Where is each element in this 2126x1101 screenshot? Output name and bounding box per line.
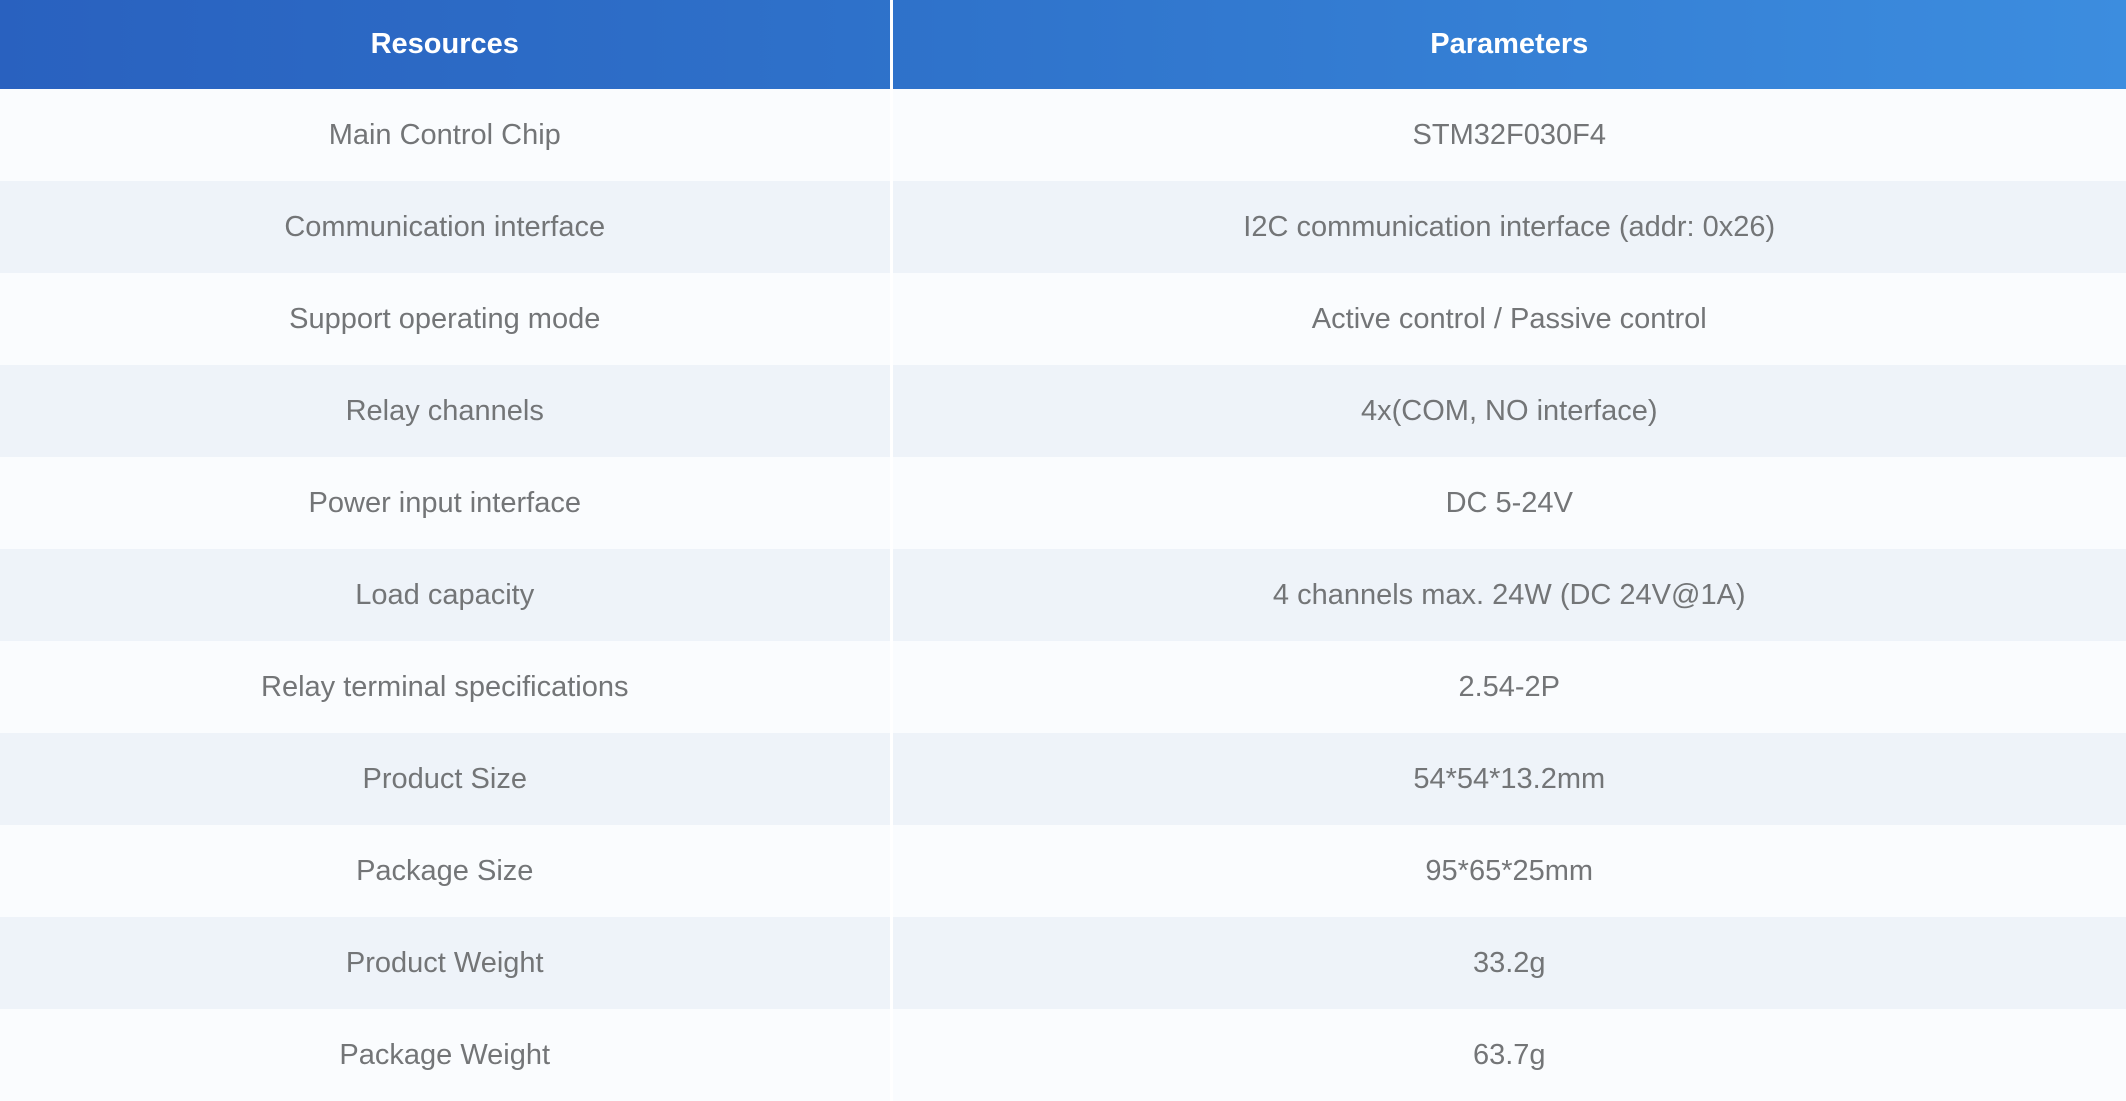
- table-row: Power input interface DC 5-24V: [0, 457, 2126, 549]
- resource-cell: Power input interface: [0, 457, 893, 549]
- parameter-cell: 63.7g: [1472, 1038, 1546, 1071]
- header-row: Resources Parameters: [0, 0, 2126, 89]
- resource-cell: Relay terminal specifications: [0, 641, 893, 733]
- parameter-cell: 95*65*25mm: [1425, 854, 1594, 887]
- table-row: Main Control Chip STM32F030F4: [0, 89, 2126, 181]
- table-body: Main Control Chip STM32F030F4 Communicat…: [0, 89, 2126, 1101]
- parameter-cell: I2C communication interface (addr: 0x26): [1243, 210, 1776, 243]
- resource-cell: Relay channels: [0, 365, 893, 457]
- header-parameters: Parameters: [1430, 28, 1589, 60]
- table-row: Support operating mode Active control / …: [0, 273, 2126, 365]
- spec-table: Resources Parameters Main Control Chip S…: [0, 0, 2126, 1101]
- resource-cell: Product Size: [0, 733, 893, 825]
- table-row: Package Size 95*65*25mm: [0, 825, 2126, 917]
- table-row: Communication interface I2C communicatio…: [0, 181, 2126, 273]
- parameter-cell: 2.54-2P: [1458, 670, 1561, 703]
- table-row: Relay terminal specifications 2.54-2P: [0, 641, 2126, 733]
- parameter-cell: DC 5-24V: [1445, 486, 1573, 519]
- resource-cell: Load capacity: [0, 549, 893, 641]
- table-row: Load capacity 4 channels max. 24W (DC 24…: [0, 549, 2126, 641]
- resource-cell: Product Weight: [0, 917, 893, 1009]
- table-row: Product Size 54*54*13.2mm: [0, 733, 2126, 825]
- resource-cell: Support operating mode: [0, 273, 893, 365]
- resource-cell: Package Weight: [0, 1009, 893, 1101]
- header-resources: Resources: [0, 0, 893, 89]
- parameter-cell: Active control / Passive control: [1311, 302, 1707, 335]
- resource-cell: Main Control Chip: [0, 89, 893, 181]
- resource-cell: Package Size: [0, 825, 893, 917]
- parameter-cell: 4 channels max. 24W (DC 24V@1A): [1272, 578, 1746, 611]
- parameter-cell: 33.2g: [1472, 946, 1546, 979]
- table-row: Relay channels 4x(COM, NO interface): [0, 365, 2126, 457]
- table-header: Resources Parameters: [0, 0, 2126, 89]
- parameter-cell: 4x(COM, NO interface): [1361, 394, 1658, 427]
- parameter-cell: STM32F030F4: [1412, 118, 1606, 151]
- resource-cell: Communication interface: [0, 181, 893, 273]
- table-row: Package Weight 63.7g: [0, 1009, 2126, 1101]
- table-row: Product Weight 33.2g: [0, 917, 2126, 1009]
- parameter-cell: 54*54*13.2mm: [1413, 762, 1606, 795]
